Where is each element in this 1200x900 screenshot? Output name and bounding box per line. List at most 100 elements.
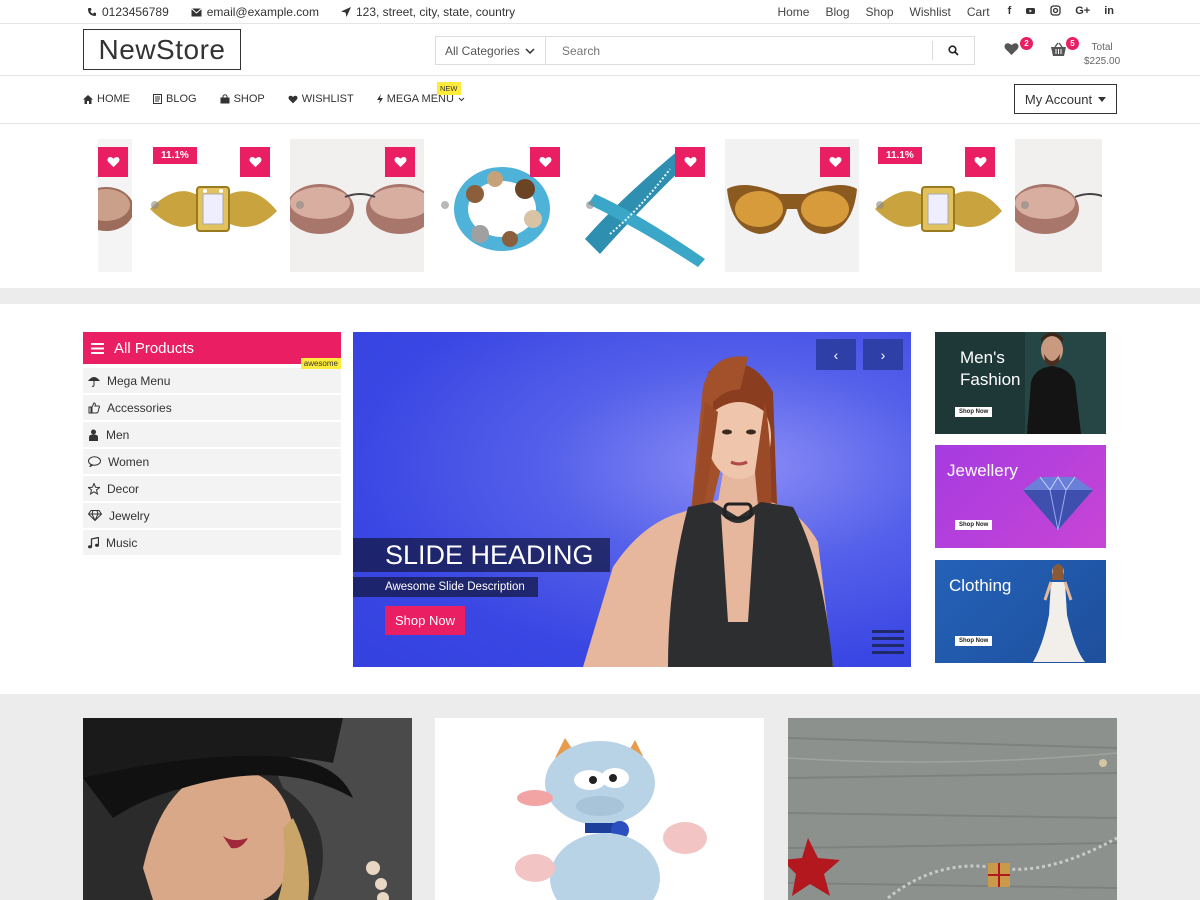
carousel-dot[interactable]: [876, 201, 884, 209]
promo-shop-now-button[interactable]: Shop Now: [955, 407, 993, 417]
category-item-mega-menu[interactable]: Mega Menu awesome: [83, 358, 341, 393]
facebook-icon[interactable]: f: [1008, 5, 1012, 19]
discount-badge: 11.1%: [878, 147, 922, 164]
category-select[interactable]: All Categories: [436, 37, 546, 64]
section-divider: [0, 288, 1200, 304]
heart-icon: [829, 157, 841, 168]
category-item-accessories[interactable]: Accessories: [83, 395, 341, 420]
all-products-title: All Products: [114, 339, 195, 357]
star-icon: [88, 482, 100, 495]
promo-clothing[interactable]: Clothing Shop Now: [935, 560, 1106, 663]
promo-mens-fashion[interactable]: Men's Fashion Shop Now: [935, 332, 1106, 434]
wishlist-add-button[interactable]: [820, 147, 850, 177]
nav-item-wishlist[interactable]: WISHLIST: [288, 93, 354, 105]
product-card[interactable]: [286, 139, 434, 272]
product-card[interactable]: [1011, 139, 1102, 272]
cart-total[interactable]: Total $225.00: [1084, 41, 1120, 69]
wishlist-button[interactable]: 2: [1004, 37, 1033, 58]
slider-pagination[interactable]: [872, 630, 904, 658]
category-item-men[interactable]: Men: [83, 422, 341, 447]
slider-page-indicator[interactable]: [872, 637, 904, 640]
hero-slider[interactable]: ‹ › SLIDE HEADING Awesome Slide Descript…: [353, 332, 911, 667]
wishlist-add-button[interactable]: [240, 147, 270, 177]
cart-count-badge: 5: [1066, 37, 1079, 50]
email-contact[interactable]: email@example.com: [190, 5, 319, 19]
search-input[interactable]: [546, 37, 932, 64]
promo-title-line: Fashion: [960, 370, 1021, 389]
linkedin-icon[interactable]: in: [1104, 5, 1114, 19]
slider-page-indicator[interactable]: [872, 644, 904, 647]
nav-item-home[interactable]: HOME: [83, 93, 130, 105]
total-value: $225.00: [1084, 56, 1121, 67]
bag-icon: [220, 94, 230, 104]
product-carousel[interactable]: 11.1% 11.1%: [98, 139, 1102, 272]
top-link-wishlist[interactable]: Wishlist: [910, 5, 951, 19]
carousel-dot[interactable]: [441, 201, 449, 209]
wishlist-add-button[interactable]: [530, 147, 560, 177]
search-button[interactable]: [932, 41, 974, 60]
diamond-icon: [88, 510, 102, 521]
category-item-music[interactable]: Music: [83, 530, 341, 555]
category-label: Jewelry: [109, 508, 150, 523]
slider-prev-button[interactable]: ‹: [816, 339, 856, 370]
phone-contact[interactable]: 0123456789: [87, 5, 169, 19]
top-link-shop[interactable]: Shop: [866, 5, 894, 19]
product-card[interactable]: 11.1%: [145, 139, 279, 272]
shop-now-button[interactable]: Shop Now: [385, 606, 465, 635]
nav-item-shop[interactable]: SHOP: [220, 93, 265, 105]
carousel-dot[interactable]: [1021, 201, 1029, 209]
site-logo[interactable]: NewStore: [83, 29, 241, 70]
slide-description: Awesome Slide Description: [353, 577, 538, 597]
nav-item-home-label: HOME: [97, 93, 130, 105]
my-account-dropdown[interactable]: My Account: [1014, 84, 1117, 114]
feature-image-woman-hat: [83, 718, 412, 900]
top-link-blog[interactable]: Blog: [825, 5, 849, 19]
heart-icon: [684, 157, 696, 168]
category-label: Mega Menu: [107, 373, 171, 388]
slider-page-indicator[interactable]: [872, 630, 904, 633]
basket-icon: [1051, 42, 1066, 56]
wishlist-add-button[interactable]: [675, 147, 705, 177]
category-select-value: All Categories: [445, 43, 520, 58]
carousel-dot[interactable]: [296, 201, 304, 209]
carousel-dot[interactable]: [586, 201, 594, 209]
product-card[interactable]: [725, 139, 859, 272]
address-text: 123, street, city, state, country: [355, 5, 516, 19]
address-contact: 123, street, city, state, country: [340, 5, 516, 19]
category-label: Accessories: [107, 400, 172, 415]
feature-card-toy[interactable]: [435, 718, 764, 900]
chevron-down-icon: [525, 47, 535, 54]
thumbs-up-icon: [88, 401, 100, 413]
instagram-icon[interactable]: [1050, 5, 1061, 19]
youtube-icon[interactable]: [1025, 5, 1036, 19]
promo-title: Jewellery: [947, 461, 1018, 480]
top-link-cart[interactable]: Cart: [967, 5, 990, 19]
product-card[interactable]: 11.1%: [870, 139, 1004, 272]
wishlist-add-button[interactable]: [965, 147, 995, 177]
category-item-decor[interactable]: Decor: [83, 476, 341, 501]
promo-title-line: Men's: [960, 348, 1005, 367]
product-card[interactable]: [580, 139, 714, 272]
slider-page-indicator[interactable]: [872, 651, 904, 654]
umbrella-icon: [88, 376, 100, 387]
feature-card-woman[interactable]: [83, 718, 412, 900]
top-link-home[interactable]: Home: [777, 5, 809, 19]
carousel-dot[interactable]: [151, 201, 159, 209]
wishlist-add-button[interactable]: [385, 147, 415, 177]
promo-jewellery[interactable]: Jewellery Shop Now: [935, 445, 1106, 548]
hamburger-icon: [91, 342, 104, 354]
category-label: Decor: [107, 481, 140, 496]
promo-shop-now-button[interactable]: Shop Now: [955, 520, 993, 530]
feature-card-decor[interactable]: [788, 718, 1117, 900]
google-plus-icon[interactable]: G+: [1075, 5, 1090, 19]
nav-item-blog[interactable]: BLOG: [153, 93, 197, 105]
promo-title: Clothing: [949, 576, 1012, 595]
wishlist-add-button[interactable]: [98, 147, 128, 177]
category-item-women[interactable]: Women: [83, 449, 341, 474]
cart-button[interactable]: 5: [1050, 37, 1079, 58]
slider-next-button[interactable]: ›: [863, 339, 903, 370]
promo-shop-now-button[interactable]: Shop Now: [955, 636, 993, 646]
product-card[interactable]: [435, 139, 569, 272]
product-card[interactable]: [98, 139, 134, 272]
category-item-jewelry[interactable]: Jewelry: [83, 503, 341, 528]
